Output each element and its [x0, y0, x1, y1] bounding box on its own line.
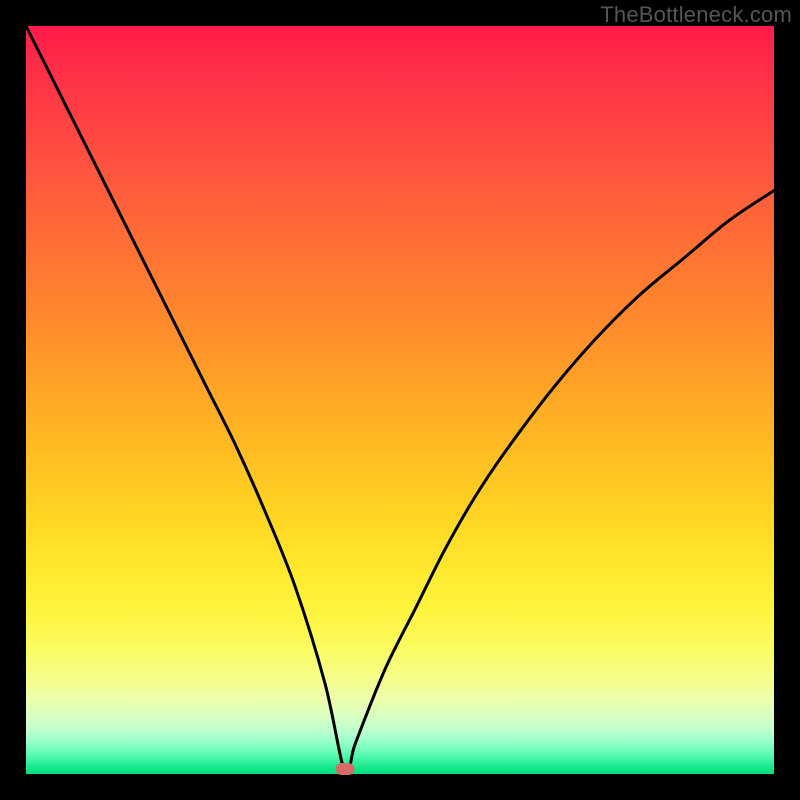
chart-frame: TheBottleneck.com: [0, 0, 800, 800]
bottleneck-curve: [26, 26, 774, 774]
watermark-text: TheBottleneck.com: [600, 2, 792, 28]
optimum-marker: [336, 763, 355, 775]
plot-area: [26, 26, 774, 774]
